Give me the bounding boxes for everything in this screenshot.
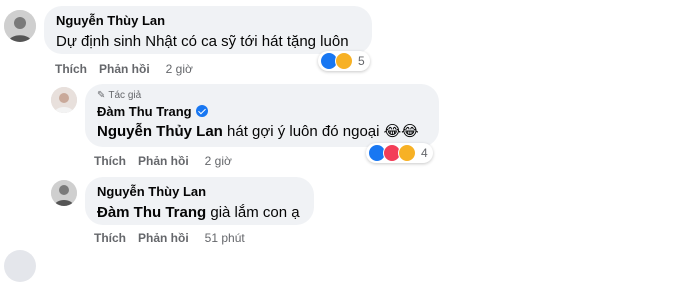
reaction-summary[interactable]: 5 bbox=[318, 51, 370, 71]
comment-text: Nguyễn Thủy Lan hát gợi ý luôn đó ngoại … bbox=[97, 122, 427, 141]
avatar-nguyen-thuy-lan[interactable] bbox=[4, 10, 36, 42]
avatar-nguyen-thuy-lan[interactable] bbox=[51, 180, 77, 206]
pencil-icon: ✎ bbox=[97, 90, 106, 101]
comment-time[interactable]: 2 giờ bbox=[205, 154, 232, 168]
reply-button[interactable]: Phản hồi bbox=[138, 154, 189, 168]
comment-bubble: ✎ Tác giả Đàm Thu Trang Nguyễn Thủy Lan … bbox=[85, 84, 439, 147]
comment-actions: Thích Phản hồi 2 giờ bbox=[94, 154, 232, 168]
comment-author[interactable]: Nguyễn Thùy Lan bbox=[97, 184, 302, 200]
comment-bubble: Nguyễn Thùy Lan Đàm Thu Trang già lắm co… bbox=[85, 177, 314, 225]
avatar-dam-thu-trang[interactable] bbox=[51, 87, 77, 113]
mention-link[interactable]: Nguyễn Thủy Lan bbox=[97, 123, 223, 140]
comment-text: Đàm Thu Trang già lắm con ạ bbox=[97, 203, 302, 222]
author-badge: ✎ Tác giả bbox=[97, 90, 427, 102]
comment-author: Đàm Thu Trang bbox=[97, 104, 427, 120]
like-button[interactable]: Thích bbox=[94, 154, 126, 168]
comment-actions: Thích Phản hồi 2 giờ bbox=[55, 62, 193, 76]
like-button[interactable]: Thích bbox=[55, 62, 87, 76]
comment-text-body: già lắm con ạ bbox=[206, 204, 300, 221]
comment-author[interactable]: Nguyễn Thùy Lan bbox=[56, 13, 360, 29]
mention-link[interactable]: Đàm Thu Trang bbox=[97, 204, 206, 221]
reply-button[interactable]: Phản hồi bbox=[99, 62, 150, 76]
verified-badge-icon bbox=[195, 105, 208, 117]
avatar-partial[interactable] bbox=[4, 250, 36, 282]
haha-icon bbox=[398, 144, 416, 162]
like-button[interactable]: Thích bbox=[94, 231, 126, 245]
haha-icon bbox=[335, 52, 353, 70]
comment-time[interactable]: 51 phút bbox=[205, 231, 245, 245]
comment-text: Dự định sinh Nhật có ca sỹ tới hát tặng … bbox=[56, 33, 349, 50]
reaction-summary[interactable]: 4 bbox=[366, 143, 433, 163]
comment-bubble: Nguyễn Thùy Lan Dự định sinh Nhật có ca … bbox=[44, 6, 372, 54]
reply-button[interactable]: Phản hồi bbox=[138, 231, 189, 245]
comment-actions: Thích Phản hồi 51 phút bbox=[94, 231, 245, 245]
reaction-count: 5 bbox=[358, 54, 365, 68]
comment-author-name[interactable]: Đàm Thu Trang bbox=[97, 104, 192, 119]
author-badge-label: Tác giả bbox=[108, 90, 142, 101]
comment-time[interactable]: 2 giờ bbox=[166, 62, 193, 76]
comment-text-body: hát gợi ý luôn đó ngoại 😂😂 bbox=[222, 123, 419, 140]
reaction-count: 4 bbox=[421, 146, 428, 160]
